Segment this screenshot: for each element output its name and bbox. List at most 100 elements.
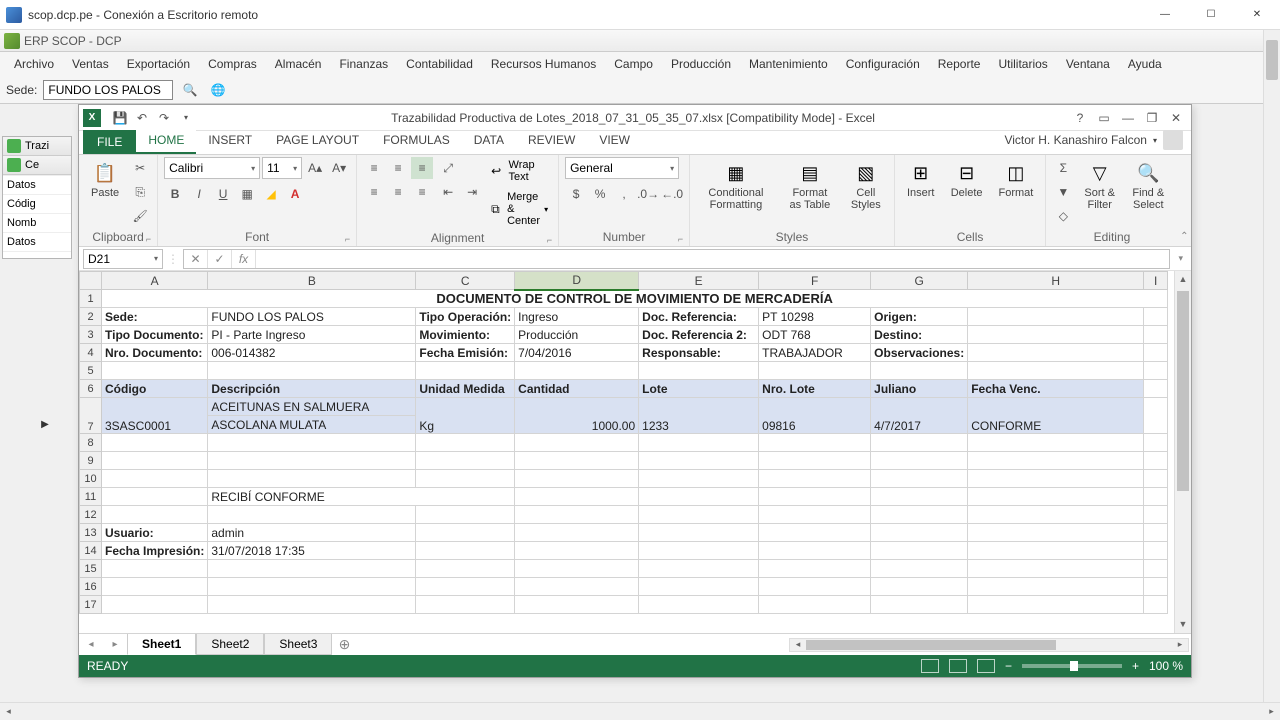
file-tab[interactable]: FILE [83, 130, 136, 154]
cell[interactable] [968, 470, 1144, 488]
menu-producción[interactable]: Producción [663, 54, 739, 74]
cell[interactable] [1144, 506, 1168, 524]
cell[interactable] [1144, 344, 1168, 362]
menu-compras[interactable]: Compras [200, 54, 265, 74]
cell[interactable] [759, 434, 871, 452]
cell[interactable]: Doc. Referencia 2: [639, 326, 759, 344]
row-header[interactable]: 8 [80, 434, 102, 452]
cell[interactable]: admin [208, 524, 416, 542]
vertical-scrollbar[interactable]: ▲ ▼ [1174, 271, 1191, 633]
name-box[interactable]: D21▾ [83, 249, 163, 269]
tab-formulas[interactable]: FORMULAS [371, 128, 462, 154]
cell[interactable] [639, 506, 759, 524]
cut-icon[interactable]: ✂ [129, 157, 151, 179]
cell[interactable] [871, 434, 968, 452]
cell[interactable] [639, 596, 759, 614]
cell[interactable]: Fecha Impresión: [102, 542, 208, 560]
menu-ayuda[interactable]: Ayuda [1120, 54, 1170, 74]
cell[interactable]: Tipo Operación: [416, 308, 515, 326]
sheet-nav-next-icon[interactable]: ▸ [103, 639, 127, 650]
col-header-B[interactable]: B [208, 272, 416, 290]
save-icon[interactable]: 💾 [109, 107, 131, 129]
col-header-H[interactable]: H [968, 272, 1144, 290]
globe-button[interactable]: 🌐 [207, 79, 229, 101]
format-cells-button[interactable]: ◫Format [993, 157, 1040, 203]
cell[interactable] [1144, 524, 1168, 542]
menu-contabilidad[interactable]: Contabilidad [398, 54, 481, 74]
font-size-combo[interactable]: 11▾ [262, 157, 302, 179]
zoom-level[interactable]: 100 % [1149, 659, 1183, 673]
cell[interactable] [515, 578, 639, 596]
cell[interactable] [759, 578, 871, 596]
sheet-nav-prev-icon[interactable]: ◂ [79, 639, 103, 650]
dialog-launcher-icon[interactable]: ⌐ [146, 234, 151, 244]
menu-campo[interactable]: Campo [606, 54, 661, 74]
menu-configuración[interactable]: Configuración [838, 54, 928, 74]
cell[interactable]: Producción [515, 326, 639, 344]
cell[interactable]: DOCUMENTO DE CONTROL DE MOVIMIENTO DE ME… [102, 290, 1168, 308]
cell[interactable] [1144, 308, 1168, 326]
expand-formula-icon[interactable]: ▾ [1174, 253, 1187, 264]
row-header[interactable]: 10 [80, 470, 102, 488]
increase-indent-icon[interactable]: ⇥ [461, 181, 483, 203]
cell[interactable] [968, 326, 1144, 344]
cell[interactable] [639, 434, 759, 452]
cell[interactable]: Nro. Lote [759, 380, 871, 398]
cell[interactable] [102, 452, 208, 470]
cell[interactable] [102, 488, 208, 506]
dialog-launcher-icon[interactable]: ⌐ [547, 235, 552, 245]
cell[interactable] [515, 488, 639, 506]
cell[interactable] [102, 434, 208, 452]
cell[interactable] [871, 452, 968, 470]
cell[interactable] [639, 524, 759, 542]
tab-insert[interactable]: INSERT [196, 128, 264, 154]
cell[interactable] [639, 452, 759, 470]
scroll-left-icon[interactable]: ◂ [790, 639, 806, 650]
insert-cells-button[interactable]: ⊞Insert [901, 157, 941, 203]
align-left-icon[interactable]: ≡ [363, 181, 385, 203]
copy-icon[interactable]: ⎘ [129, 181, 151, 203]
cell[interactable] [759, 488, 871, 506]
format-painter-icon[interactable]: 🖌 [129, 205, 151, 227]
row-header[interactable]: 13 [80, 524, 102, 542]
scroll-up-icon[interactable]: ▲ [1175, 271, 1191, 288]
cell[interactable]: Observaciones: [871, 344, 968, 362]
add-sheet-icon[interactable]: ⊕ [332, 636, 356, 653]
cell[interactable] [968, 596, 1144, 614]
wrap-text-button[interactable]: ↩ Wrap Text [487, 157, 552, 185]
sede-input[interactable] [43, 80, 173, 100]
scroll-thumb[interactable] [1177, 291, 1189, 491]
cell[interactable] [968, 434, 1144, 452]
zoom-out-icon[interactable]: − [1005, 659, 1012, 673]
normal-view-icon[interactable] [921, 659, 939, 673]
maximize-button[interactable]: ☐ [1188, 0, 1234, 29]
cell[interactable]: Responsable: [639, 344, 759, 362]
cell[interactable] [639, 470, 759, 488]
cell[interactable]: Descripción [208, 380, 416, 398]
col-header-C[interactable]: C [416, 272, 515, 290]
menu-utilitarios[interactable]: Utilitarios [990, 54, 1055, 74]
cell[interactable] [1144, 434, 1168, 452]
font-name-combo[interactable]: Calibri▾ [164, 157, 260, 179]
cell[interactable]: Fecha Venc. [968, 380, 1144, 398]
sheet-tab-sheet2[interactable]: Sheet2 [196, 634, 264, 655]
menu-archivo[interactable]: Archivo [6, 54, 62, 74]
col-header-G[interactable]: G [871, 272, 968, 290]
cell[interactable] [759, 470, 871, 488]
cell[interactable] [515, 596, 639, 614]
cell[interactable] [968, 542, 1144, 560]
formula-bar[interactable]: ✕ ✓ fx [183, 249, 1170, 269]
tab-view[interactable]: VIEW [587, 128, 642, 154]
fx-icon[interactable]: fx [232, 250, 256, 268]
cell[interactable] [102, 560, 208, 578]
close-button[interactable]: ✕ [1234, 0, 1280, 29]
cell[interactable] [1144, 596, 1168, 614]
scroll-down-icon[interactable]: ▼ [1175, 616, 1191, 633]
underline-icon[interactable]: U [212, 183, 234, 205]
row-header[interactable]: 17 [80, 596, 102, 614]
cell[interactable] [208, 506, 416, 524]
decrease-decimal-icon[interactable]: ←.0 [661, 183, 683, 205]
italic-icon[interactable]: I [188, 183, 210, 205]
scroll-thumb[interactable] [806, 640, 1056, 650]
cell[interactable] [759, 452, 871, 470]
